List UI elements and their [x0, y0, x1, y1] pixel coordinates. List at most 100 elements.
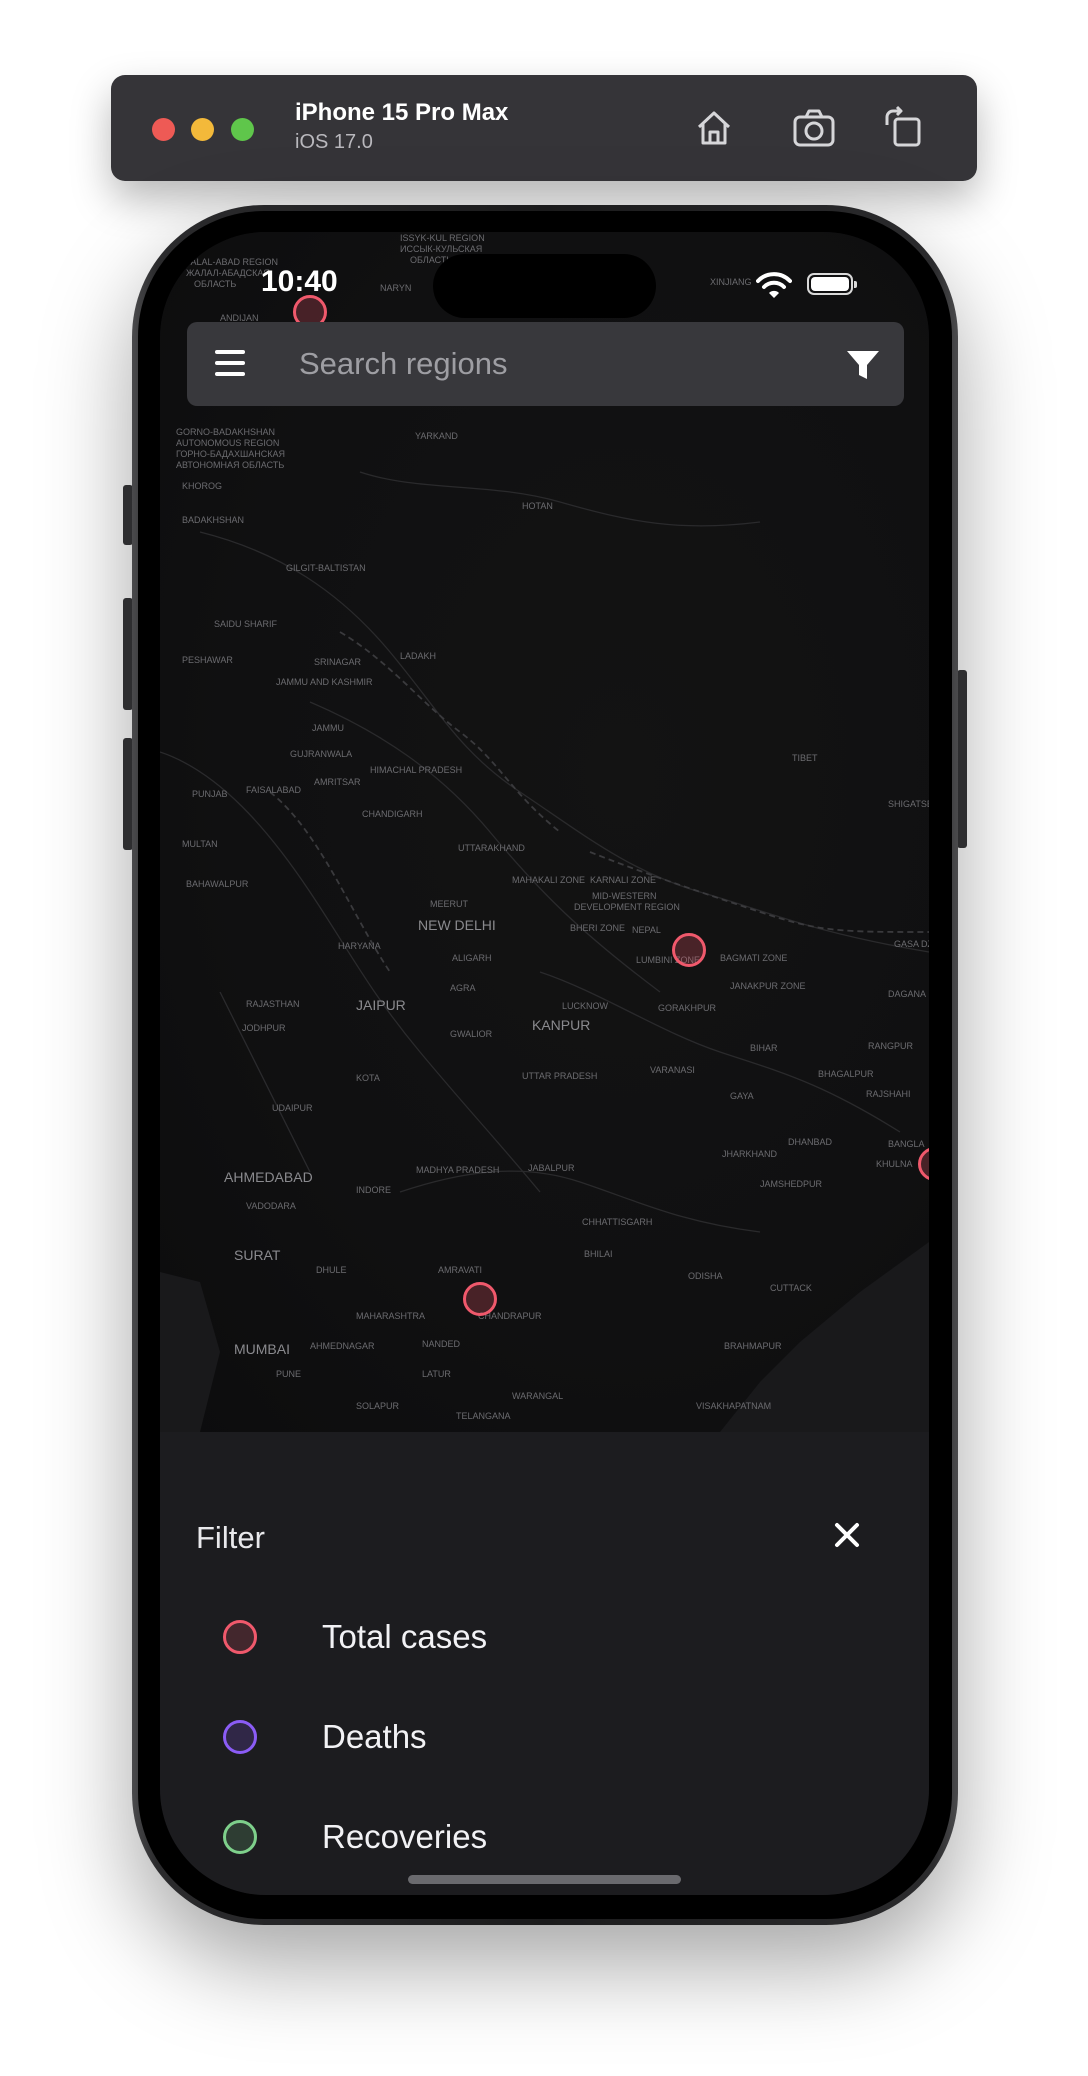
map-label: AHMEDABAD — [224, 1169, 313, 1185]
map-label: AGRA — [450, 983, 476, 993]
map-label: GAYA — [730, 1091, 754, 1101]
map-label: YARKAND — [415, 431, 458, 441]
search-bar — [187, 322, 904, 406]
map-label: JODHPUR — [242, 1023, 286, 1033]
map-label: UTTARAKHAND — [458, 843, 525, 853]
map-label: JAMSHEDPUR — [760, 1179, 823, 1189]
total-cases-radio[interactable] — [223, 1620, 257, 1654]
menu-icon[interactable] — [215, 350, 245, 378]
os-version: iOS 17.0 — [295, 131, 373, 153]
map-label: SHIGATSE — [888, 799, 929, 809]
map-label: NANDED — [422, 1339, 461, 1349]
map-label: BADAKHSHAN — [182, 515, 245, 525]
map-label: BANGLA — [888, 1139, 925, 1149]
map-label: AHMEDNAGAR — [310, 1341, 375, 1351]
map-label: VISAKHAPATNAM — [696, 1401, 772, 1411]
map-label: JANAKPUR ZONE — [730, 981, 806, 991]
map-label: TELANGANA — [456, 1411, 511, 1421]
case-marker[interactable] — [463, 1282, 497, 1316]
map-label: NEW DELHI — [418, 917, 496, 933]
filter-option-label: Deaths — [322, 1718, 427, 1755]
map-label: KHOROG — [182, 481, 223, 491]
map-label: KANPUR — [532, 1017, 591, 1033]
screenshot-icon[interactable] — [791, 105, 837, 151]
filter-sheet: Filter Total cases Deaths Recoveries — [160, 1432, 929, 1895]
map-label: MULTAN — [182, 839, 218, 849]
filter-option-recoveries[interactable]: Recoveries — [223, 1812, 823, 1862]
map-label: SRINAGAR — [314, 657, 362, 667]
map-label: GORAKHPUR — [658, 1003, 717, 1013]
map-label: VADODARA — [246, 1201, 296, 1211]
map-label: ОБЛАСТЬ — [194, 279, 237, 289]
map-label: KHULNA — [876, 1159, 913, 1169]
home-icon[interactable] — [691, 105, 737, 151]
map-label: ГОРНО-БАДАХШАНСКАЯ — [176, 449, 285, 459]
phone-screen: ISSYK-KUL REGION ИССЫК-КУЛЬСКАЯ ОБЛАСТЬ JAL… — [160, 232, 929, 1895]
map-label: BHILAI — [584, 1249, 613, 1259]
map-label: LUCKNOW — [562, 1001, 609, 1011]
map-label: XINJIANG — [710, 277, 752, 287]
recoveries-radio[interactable] — [223, 1820, 257, 1854]
map-label: BIHAR — [750, 1043, 778, 1053]
filter-option-total-cases[interactable]: Total cases — [223, 1612, 823, 1662]
map-label: PESHAWAR — [182, 655, 233, 665]
zoom-window-button[interactable] — [231, 118, 254, 141]
map-label: WARANGAL — [512, 1391, 564, 1401]
filter-icon[interactable] — [845, 348, 881, 382]
map-label: SOLAPUR — [356, 1401, 400, 1411]
map-label: PUNE — [276, 1369, 302, 1379]
close-icon[interactable] — [833, 1521, 861, 1549]
status-time: 10:40 — [261, 265, 338, 298]
map-label: JAMMU — [312, 723, 344, 733]
map-label: MEERUT — [430, 899, 468, 909]
deaths-radio[interactable] — [223, 1720, 257, 1754]
simulator-toolbar: iPhone 15 Pro Max iOS 17.0 — [111, 75, 977, 181]
map-label: MAHAKALI ZONE — [512, 875, 586, 885]
map-label: CHHATTISGARH — [582, 1217, 653, 1227]
map-label: GASA DZONG — [894, 939, 929, 949]
map-label: CHANDIGARH — [362, 809, 423, 819]
map-label: PUNJAB — [192, 789, 228, 799]
map-label: DAGANA — [888, 989, 927, 999]
filter-option-label: Recoveries — [322, 1818, 488, 1855]
map-label: HOTAN — [522, 501, 553, 511]
minimize-window-button[interactable] — [191, 118, 214, 141]
map-label: JHARKHAND — [722, 1149, 778, 1159]
device-name: iPhone 15 Pro Max — [295, 99, 509, 126]
map-label: ЖАЛАЛ-АБАДСКАЯ — [186, 268, 270, 278]
home-indicator[interactable] — [408, 1875, 681, 1884]
map-label: RAJASTHAN — [246, 999, 300, 1009]
filter-title: Filter — [196, 1520, 265, 1555]
map-label: TIBET — [792, 753, 818, 763]
map-label: KARNALI ZONE — [590, 875, 657, 885]
map-label: JABALPUR — [528, 1163, 575, 1173]
case-marker[interactable] — [672, 933, 706, 967]
map-label: BRAHMAPUR — [724, 1341, 782, 1351]
wifi-icon — [756, 272, 792, 298]
map-label: NARYN — [380, 283, 412, 293]
map-label: UDAIPUR — [272, 1103, 313, 1113]
map-label: AMRAVATI — [438, 1265, 483, 1275]
map-label: JAMMU AND KASHMIR — [276, 677, 373, 687]
map-label: MUMBAI — [234, 1341, 290, 1357]
map-label: RANGPUR — [868, 1041, 914, 1051]
filter-option-deaths[interactable]: Deaths — [223, 1712, 823, 1762]
map-view[interactable]: ISSYK-KUL REGION ИССЫК-КУЛЬСКАЯ ОБЛАСТЬ JAL… — [160, 232, 929, 1432]
map-label: GUJRANWALA — [290, 749, 353, 759]
map-label: GORNO-BADAKHSHAN — [176, 427, 276, 437]
map-label: RAJSHAHI — [866, 1089, 911, 1099]
map-label: АВТОНОМНАЯ ОБЛАСТЬ — [176, 460, 285, 470]
map-label: BHERI ZONE — [570, 923, 626, 933]
search-input[interactable] — [297, 340, 817, 388]
rotate-icon[interactable] — [881, 105, 927, 151]
map-label: DHULE — [316, 1265, 347, 1275]
close-window-button[interactable] — [152, 118, 175, 141]
map-label: GILGIT-BALTISTAN — [286, 563, 366, 573]
map-label: INDORE — [356, 1185, 392, 1195]
map-label: AUTONOMOUS REGION — [176, 438, 280, 448]
map-label: DEVELOPMENT REGION — [574, 902, 680, 912]
map-label: ODISHA — [688, 1271, 723, 1281]
map-label: BHAGALPUR — [818, 1069, 874, 1079]
map-label: ALIGARH — [452, 953, 492, 963]
power-button[interactable] — [957, 670, 967, 848]
